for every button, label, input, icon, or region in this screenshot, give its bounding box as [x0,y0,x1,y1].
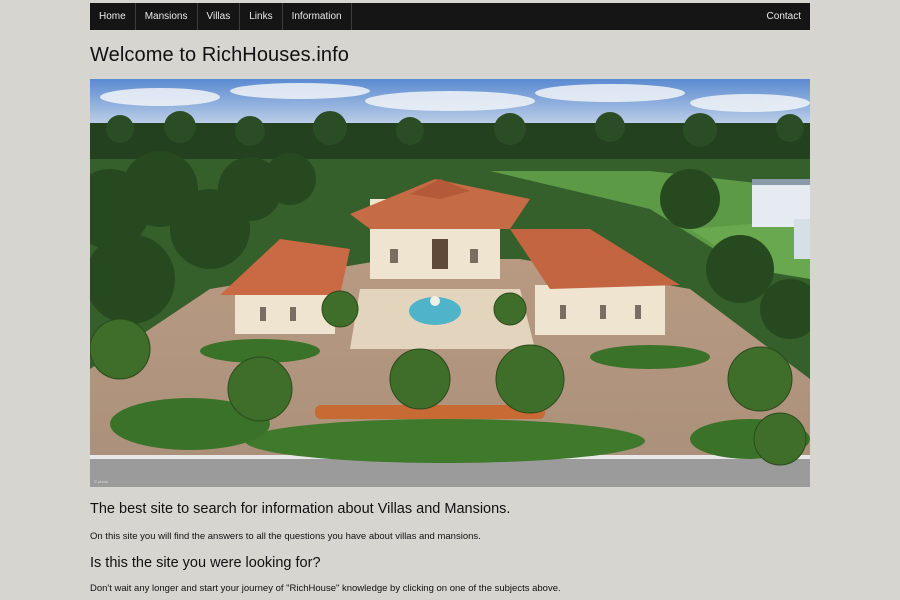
nav-spacer [352,3,758,30]
nav-mansions[interactable]: Mansions [136,3,198,30]
question-heading: Is this the site you were looking for? [90,555,321,571]
nav-contact[interactable]: Contact [758,3,810,30]
svg-text:© photo: © photo [94,479,109,484]
top-navigation: Home Mansions Villas Links Information C… [90,3,810,30]
main-heading: The best site to search for information … [90,501,511,517]
hero-mansion-image: © photo [90,79,810,487]
intro-text: On this site you will find the answers t… [90,531,481,542]
page-container: Home Mansions Villas Links Information C… [90,3,810,594]
call-to-action-text: Don't wait any longer and start your jou… [90,583,561,594]
mansion-aerial-illustration: © photo [90,79,810,487]
nav-information[interactable]: Information [283,3,352,30]
nav-home[interactable]: Home [90,3,136,30]
page-title: Welcome to RichHouses.info [90,44,350,66]
nav-villas[interactable]: Villas [198,3,241,30]
nav-links[interactable]: Links [240,3,283,30]
